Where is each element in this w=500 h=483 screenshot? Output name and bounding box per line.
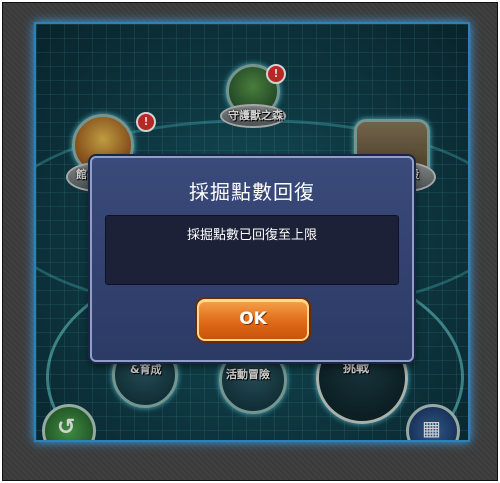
ok-button[interactable]: OK <box>197 299 309 341</box>
ok-button-label: OK <box>239 309 267 329</box>
dialog-title: 採掘點數回復 <box>189 180 315 204</box>
recovery-dialog: 採掘點數回復 採掘點數已回復至上限 OK <box>90 156 414 362</box>
dialog-message: 採掘點數已回復至上限 <box>186 228 317 243</box>
dialog-message-box: 採掘點數已回復至上限 <box>105 215 399 285</box>
